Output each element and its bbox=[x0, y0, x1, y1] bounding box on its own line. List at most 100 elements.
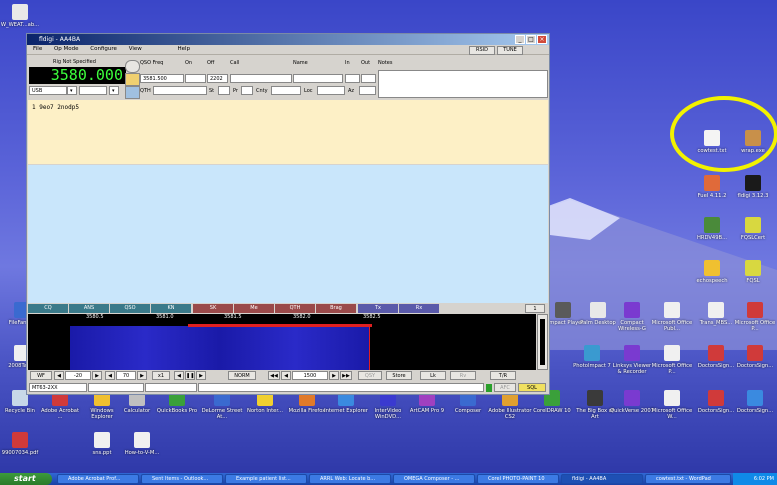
on-field[interactable] bbox=[185, 74, 206, 83]
store-button[interactable]: Store bbox=[386, 371, 412, 380]
desktop-icon-howto[interactable]: How-to-V-M... bbox=[120, 432, 164, 456]
call-field[interactable] bbox=[230, 74, 292, 83]
level-up-button[interactable]: ▶ bbox=[92, 371, 102, 380]
desktop-icon-photoimpact[interactable]: PhotoImpact 7 bbox=[570, 345, 614, 369]
norm-button[interactable]: NORM bbox=[228, 371, 256, 380]
fast-forward-button[interactable]: ▶▶ bbox=[340, 371, 352, 380]
macro-page-button[interactable]: 1 bbox=[525, 304, 545, 313]
title-bar[interactable]: fldigi - AA4BA _ □ × bbox=[27, 34, 549, 45]
close-button[interactable]: × bbox=[537, 35, 547, 44]
off-field[interactable]: 2202 bbox=[207, 74, 228, 83]
desktop-icon-quickverse[interactable]: QuickVerse 2007 bbox=[610, 390, 654, 414]
desktop-icon-doctors4[interactable]: DoctorsSign... bbox=[733, 390, 777, 414]
range-field[interactable]: 70 bbox=[116, 371, 136, 380]
name-field[interactable] bbox=[293, 74, 343, 83]
maximize-button[interactable]: □ bbox=[526, 35, 536, 44]
offset-field[interactable]: 1500 bbox=[292, 371, 328, 380]
start-button[interactable]: start bbox=[0, 473, 52, 485]
level-down-button[interactable]: ◀ bbox=[54, 371, 64, 380]
range-down-button[interactable]: ◀ bbox=[105, 371, 115, 380]
menu-file[interactable]: File bbox=[33, 46, 42, 52]
pr-field[interactable] bbox=[241, 86, 253, 95]
desktop-icon-wrap[interactable]: wrap.exe bbox=[731, 130, 775, 154]
qth-field[interactable] bbox=[153, 86, 207, 95]
reverse-button[interactable]: Rv bbox=[450, 371, 476, 380]
desktop-icon-top-left[interactable]: W_WEAT...ab... bbox=[0, 4, 42, 28]
task-corel[interactable]: Corel PHOTO-PAINT 10 bbox=[477, 474, 559, 484]
fast-rewind-button[interactable]: ◀◀ bbox=[268, 371, 280, 380]
bandwidth-dropdown-arrow[interactable]: ▾ bbox=[109, 86, 119, 95]
offset-down-button[interactable]: ◀ bbox=[281, 371, 291, 380]
bandwidth-marker[interactable] bbox=[188, 324, 372, 327]
afc-button[interactable]: AFC bbox=[494, 383, 516, 392]
macro-kn-button[interactable]: KN bbox=[151, 304, 191, 313]
desktop-icon-echospeech[interactable]: echospeech bbox=[690, 260, 734, 284]
out-field[interactable] bbox=[361, 74, 376, 83]
desktop-icon-trans[interactable]: Trans_MBS... bbox=[694, 302, 738, 326]
desktop-icon-office-w[interactable]: Microsoft Office W... bbox=[650, 390, 694, 420]
macro-ans-button[interactable]: ANS bbox=[69, 304, 109, 313]
menu-op-mode[interactable]: Op Mode bbox=[54, 46, 79, 52]
menu-configure[interactable]: Configure bbox=[90, 46, 117, 52]
macro-qso-button[interactable]: QSO bbox=[110, 304, 150, 313]
tune-button[interactable]: TUNE bbox=[497, 46, 523, 55]
notes-field[interactable] bbox=[378, 70, 548, 98]
sql-button[interactable]: SQL bbox=[518, 383, 546, 392]
macro-tx-button[interactable]: Tx bbox=[358, 304, 398, 313]
menu-view[interactable]: View bbox=[129, 46, 142, 52]
desktop-icon-fuel[interactable]: Fuel 4.11.2 bbox=[690, 175, 734, 199]
mode-select[interactable]: USB bbox=[29, 86, 67, 95]
bandwidth-select[interactable] bbox=[79, 86, 107, 95]
macro-sk-button[interactable]: SK bbox=[193, 304, 233, 313]
macro-qth-button[interactable]: QTH bbox=[275, 304, 315, 313]
desktop-icon-doctors1[interactable]: DoctorsSign... bbox=[694, 345, 738, 369]
desktop-icon-doctors2[interactable]: DoctorsSign... bbox=[733, 345, 777, 369]
desktop-icon-doctors3[interactable]: DoctorsSign... bbox=[694, 390, 738, 414]
menu-help[interactable]: Help bbox=[178, 46, 191, 52]
desktop-icon-fqslcert[interactable]: FQSLCert bbox=[731, 217, 775, 241]
offset-up-button[interactable]: ▶ bbox=[329, 371, 339, 380]
frequency-display[interactable]: 3580.000 bbox=[29, 67, 126, 84]
pencil-icon[interactable] bbox=[125, 73, 140, 86]
task-fldigi[interactable]: fldigi - AA4BA bbox=[561, 474, 643, 484]
desktop-icon-office-p[interactable]: Microsoft Office P... bbox=[733, 302, 777, 332]
loc-field[interactable] bbox=[317, 86, 345, 95]
minimize-button[interactable]: _ bbox=[515, 35, 525, 44]
macro-brag-button[interactable]: Brag bbox=[316, 304, 356, 313]
refresh-icon[interactable] bbox=[125, 60, 140, 73]
tr-button[interactable]: T/R bbox=[490, 371, 516, 380]
wf-button[interactable]: WF bbox=[30, 371, 52, 380]
rsid-button[interactable]: RSID bbox=[469, 46, 495, 55]
pause-button[interactable]: ❚❚ bbox=[185, 371, 195, 380]
macro-rx-button[interactable]: Rx bbox=[399, 304, 439, 313]
receive-text-pane[interactable]: 1 9eo7 2nodp5 bbox=[28, 100, 548, 164]
desktop-icon-office-p2[interactable]: Microsoft Office P... bbox=[650, 345, 694, 375]
desktop-icon-fqsl[interactable]: FQSL bbox=[731, 260, 775, 284]
level-field[interactable]: -20 bbox=[65, 371, 91, 380]
task-acrobat[interactable]: Adobe Acrobat Prof... bbox=[57, 474, 139, 484]
macro-me-button[interactable]: Me bbox=[234, 304, 274, 313]
transmit-text-pane[interactable] bbox=[28, 165, 548, 303]
desktop-icon-ppt[interactable]: sns.ppt bbox=[80, 432, 124, 456]
task-outlook[interactable]: Sent Items - Outlook... bbox=[141, 474, 223, 484]
desktop-icon-wireless[interactable]: Compact Wireless-G bbox=[610, 302, 654, 332]
macro-cq-button[interactable]: CQ bbox=[28, 304, 68, 313]
az-field[interactable] bbox=[359, 86, 376, 95]
qso-freq-field[interactable]: 3581.500 bbox=[140, 74, 184, 83]
cnty-field[interactable] bbox=[271, 86, 301, 95]
range-up-button[interactable]: ▶ bbox=[137, 371, 147, 380]
qsy-button[interactable]: QSY bbox=[358, 371, 382, 380]
task-arrl[interactable]: ARRL Web: Locate b... bbox=[309, 474, 391, 484]
clear-icon[interactable] bbox=[125, 86, 140, 99]
task-wordpad[interactable]: cowtest.txt - WordPad bbox=[645, 474, 731, 484]
desktop-icon-linksys[interactable]: Linksys Viewer & Recorder bbox=[610, 345, 654, 375]
task-patient-list[interactable]: Example patient list... bbox=[225, 474, 307, 484]
zoom-button[interactable]: x1 bbox=[152, 371, 170, 380]
mode-dropdown-arrow[interactable]: ▾ bbox=[67, 86, 77, 95]
desktop-icon-publisher[interactable]: Microsoft Office Publ... bbox=[650, 302, 694, 332]
desktop-icon-pdf[interactable]: 99007034.pdf bbox=[0, 432, 42, 456]
desktop-icon-fldigi[interactable]: fldigi 3.12.3 bbox=[731, 175, 775, 199]
in-field[interactable] bbox=[345, 74, 360, 83]
rewind-button[interactable]: ◀ bbox=[174, 371, 184, 380]
desktop-icon-hrd[interactable]: HRDV49B... bbox=[690, 217, 734, 241]
